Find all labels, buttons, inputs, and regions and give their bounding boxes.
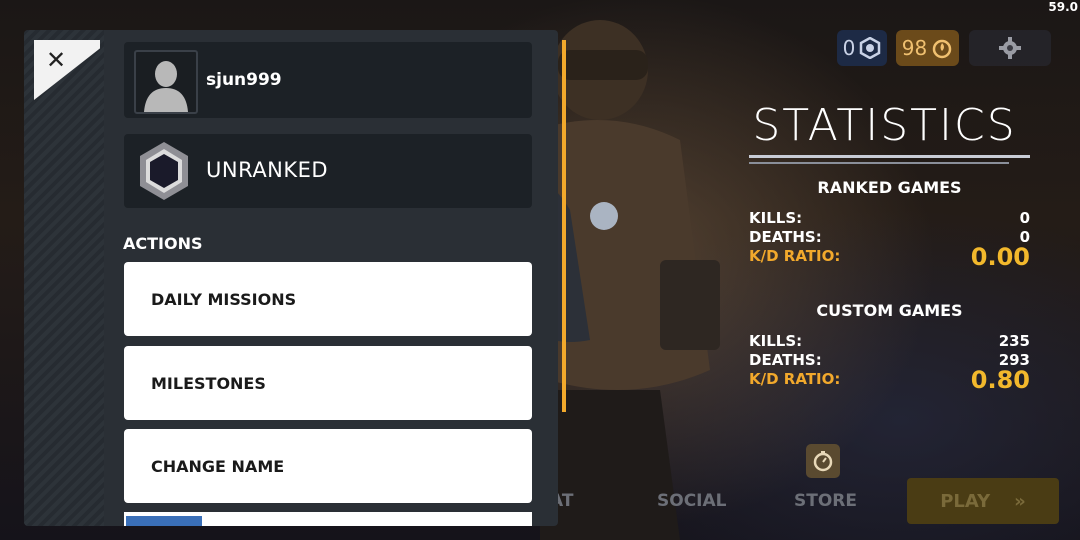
coins-value: 98 [901, 36, 928, 60]
credits-counter[interactable]: 0 [837, 30, 887, 66]
user-card[interactable]: sjun999 [124, 42, 532, 118]
ranked-kills-label: KILLS: [749, 209, 803, 227]
ranked-heading: RANKED GAMES [817, 178, 962, 197]
ranked-kd-value: 0.00 [970, 243, 1030, 271]
store-timer-icon [806, 444, 840, 478]
avatar-icon [134, 50, 198, 114]
custom-kills-value: 235 [998, 332, 1030, 350]
coins-counter[interactable]: 98 [896, 30, 959, 66]
scroll-indicator[interactable] [562, 40, 566, 412]
actions-heading: ACTIONS [123, 234, 203, 253]
statistics-panel: STATISTICS RANKED GAMES KILLS: 0 DEATHS: 0… [749, 100, 1030, 394]
statistics-title: STATISTICS [752, 100, 1017, 151]
credits-value: 0 [842, 36, 856, 60]
custom-heading: CUSTOM GAMES [816, 301, 963, 320]
divider [749, 155, 1030, 158]
custom-deaths-label: DEATHS: [749, 351, 822, 369]
ranked-kd-label: K/D RATIO: [749, 247, 841, 265]
username: sjun999 [206, 70, 282, 90]
credits-icon [860, 37, 881, 59]
custom-kd-label: K/D RATIO: [749, 370, 841, 388]
rank-card[interactable]: UNRANKED [124, 134, 532, 208]
chevron-right-icon: » [1014, 490, 1026, 512]
partial-action-button[interactable] [124, 512, 532, 526]
divider [749, 162, 1009, 164]
partial-button-accent [126, 516, 202, 526]
settings-button[interactable] [969, 30, 1051, 66]
custom-kd-value: 0.80 [970, 366, 1030, 394]
milestones-button[interactable]: MILESTONES [124, 346, 532, 420]
rank-icon [140, 142, 188, 200]
fps-counter: 59.0 [1048, 0, 1078, 14]
coins-icon [932, 39, 952, 59]
gear-icon [999, 37, 1021, 59]
nav-tab-social[interactable]: SOCIAL [657, 491, 727, 511]
play-button[interactable]: PLAY » [907, 478, 1059, 524]
rank-label: UNRANKED [206, 158, 329, 182]
play-label: PLAY [940, 490, 991, 512]
nav-tab-store[interactable]: STORE [794, 491, 857, 511]
change-name-button[interactable]: CHANGE NAME [124, 429, 532, 503]
ranked-kills-value: 0 [1019, 209, 1030, 227]
daily-missions-button[interactable]: DAILY MISSIONS [124, 262, 532, 336]
ranked-deaths-label: DEATHS: [749, 228, 822, 246]
close-icon: ✕ [46, 46, 67, 74]
panel-stripe [24, 30, 104, 526]
custom-kills-label: KILLS: [749, 332, 803, 350]
